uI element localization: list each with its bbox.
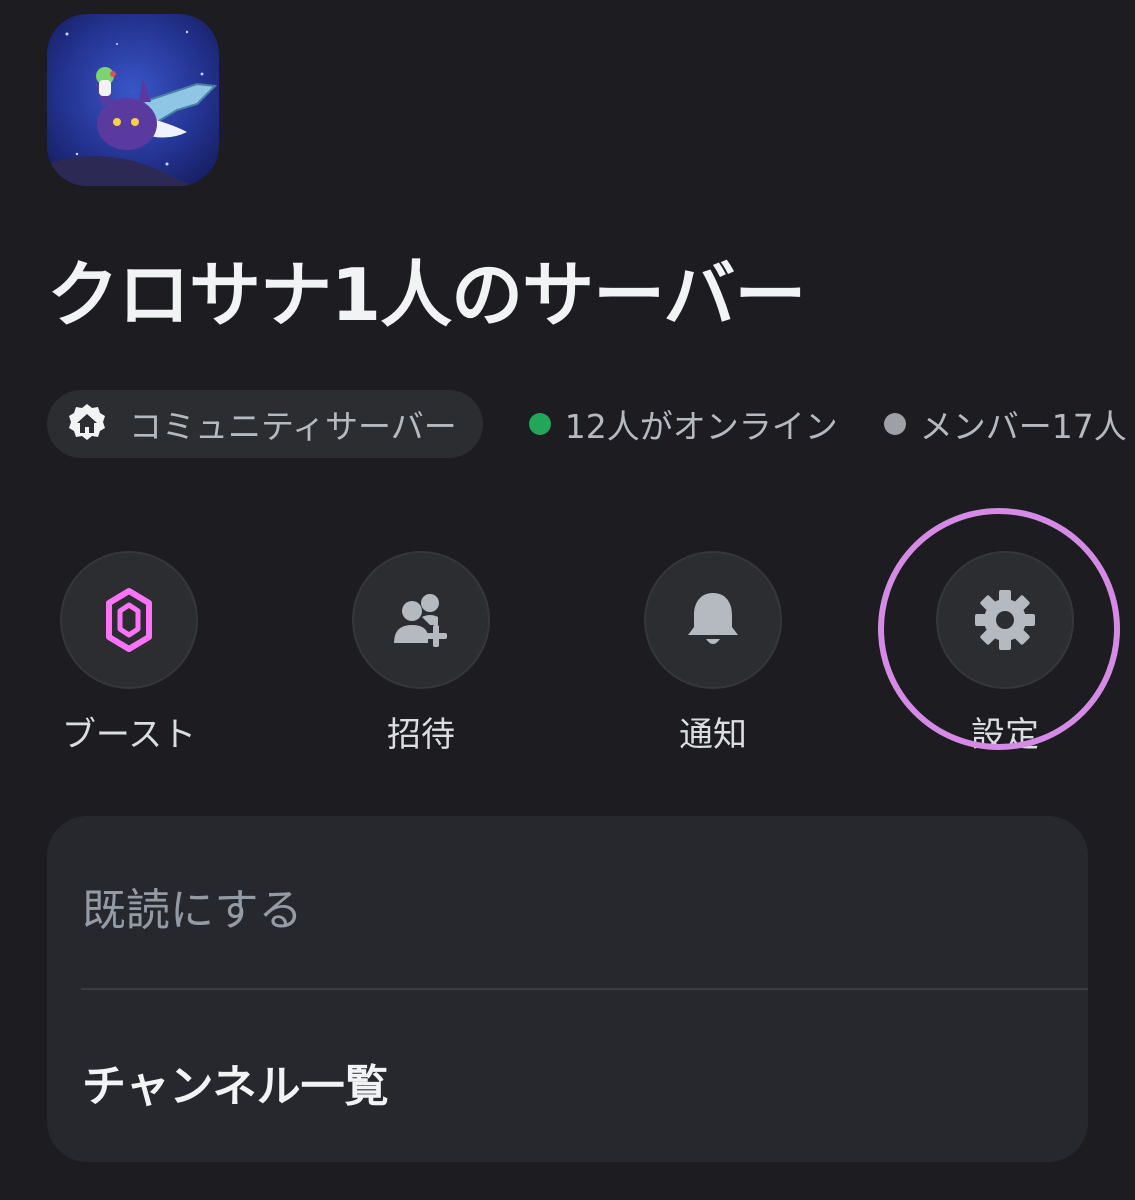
member-count: メンバー17人 — [883, 400, 1127, 448]
online-count: 12人がオンライン — [528, 400, 838, 448]
settings-button[interactable]: 設定 — [895, 551, 1115, 756]
community-server-badge[interactable]: コミュニティサーバー — [47, 390, 483, 458]
server-icon — [47, 14, 219, 186]
members-text: メンバー17人 — [919, 407, 1127, 446]
member-dot — [883, 413, 906, 435]
settings-circle[interactable] — [936, 551, 1074, 689]
boost-label: ブースト — [61, 715, 197, 755]
invite-circle[interactable] — [352, 551, 490, 689]
server-sheet: クロサナ1人のサーバー コミュニティサーバー 12人がオンライン メンバー17人 — [0, 0, 1135, 1200]
notifications-button[interactable]: 通知 — [603, 551, 823, 756]
invite-user-icon — [394, 594, 447, 647]
notifications-circle[interactable] — [644, 551, 782, 689]
menu-divider — [81, 988, 1088, 990]
server-name: クロサナ1人のサーバー — [47, 253, 806, 337]
notifications-label: 通知 — [679, 715, 747, 755]
online-text: 12人がオンライン — [564, 407, 838, 446]
invite-label: 招待 — [387, 715, 455, 755]
invite-button[interactable]: 招待 — [311, 551, 531, 756]
boost-button[interactable]: ブースト — [19, 551, 239, 756]
boost-circle[interactable] — [60, 551, 198, 689]
gear-icon — [975, 590, 1035, 650]
server-avatar-image — [47, 14, 219, 186]
settings-label: 設定 — [971, 715, 1039, 755]
community-server-label: コミュニティサーバー — [129, 407, 457, 446]
server-menu-card: 既読にする チャンネル一覧 — [47, 816, 1088, 1162]
home-icon — [65, 402, 109, 446]
online-dot — [528, 413, 551, 435]
channel-list-item[interactable]: チャンネル一覧 — [82, 1050, 1088, 1114]
mark-as-read-item[interactable]: 既読にする — [82, 874, 1088, 938]
bell-icon — [688, 593, 738, 644]
boost-gem-icon — [106, 588, 152, 652]
server-info-row: コミュニティサーバー 12人がオンライン メンバー17人 — [47, 390, 1127, 458]
